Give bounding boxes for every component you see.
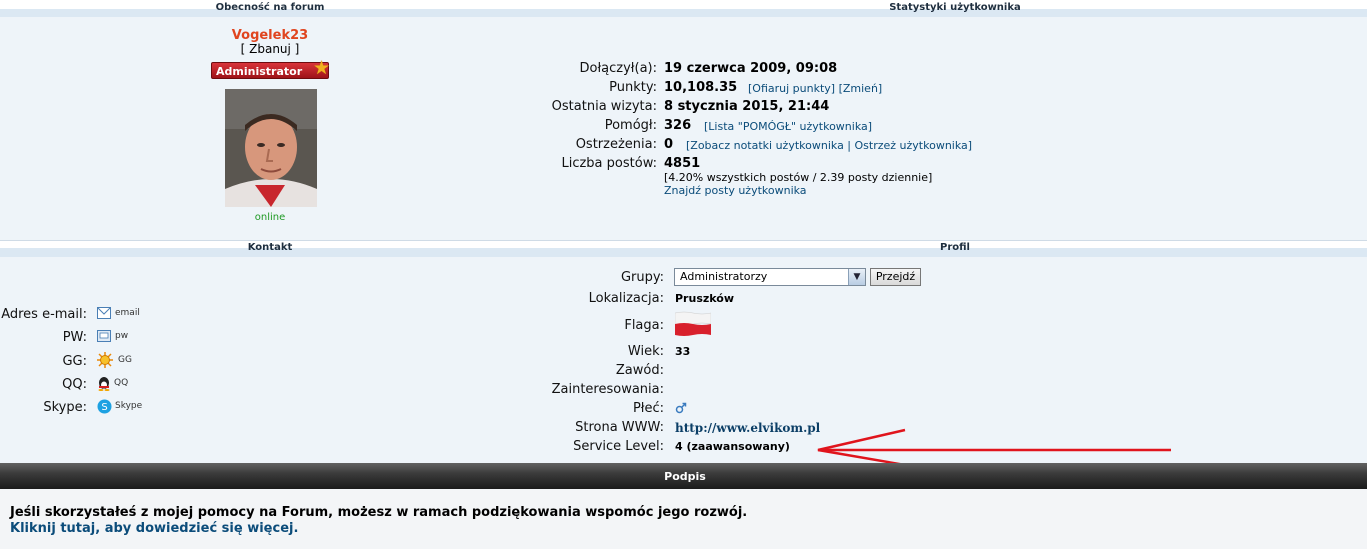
points-label: Punkty: [609, 80, 657, 95]
joined-value: 19 czerwca 2009, 09:08 [664, 61, 838, 76]
last-visit-label: Ostatnia wizyta: [551, 99, 657, 114]
go-button[interactable]: Przejdź [870, 268, 921, 286]
find-posts-link[interactable]: Znajdź posty użytkownika [664, 184, 807, 197]
qq-penguin-icon[interactable] [97, 376, 111, 391]
gender-label: Płeć: [632, 401, 664, 416]
signature-section-title: Podpis [664, 470, 706, 483]
service-level-value: 4 (zaawansowany) [675, 440, 790, 453]
svg-text:S: S [101, 402, 107, 413]
age-label: Wiek: [627, 344, 664, 359]
www-link[interactable]: http://www.elvikom.pl [675, 421, 820, 435]
email-icon[interactable] [97, 307, 111, 319]
ban-link[interactable]: [ Zbanuj ] [200, 42, 340, 56]
interests-label: Zainteresowania: [551, 382, 664, 397]
signature-text: Jeśli skorzystałeś z mojej pomocy na For… [10, 505, 748, 520]
posts-detail: [4.20% wszystkich postów / 2.39 posty dz… [664, 171, 933, 184]
username-link[interactable]: Vogelek23 [200, 28, 340, 43]
star-icon: ★ [312, 57, 330, 79]
skype-link[interactable]: Skype [115, 401, 142, 411]
gg-sun-icon[interactable] [97, 352, 113, 368]
last-visit-value: 8 stycznia 2015, 21:44 [664, 99, 830, 114]
www-label: Strona WWW: [575, 420, 664, 435]
online-status: online [254, 212, 286, 223]
warnings-label: Ostrzeżenia: [575, 137, 657, 152]
flag-label: Flaga: [624, 318, 664, 333]
qq-label: QQ: [62, 377, 87, 392]
points-value: 10,108.35 [664, 80, 738, 95]
age-value: 33 [675, 345, 691, 358]
joined-label: Dołączył(a): [579, 61, 657, 76]
avatar [225, 89, 317, 207]
location-value: Pruszków [675, 292, 735, 305]
groups-selected-value: Administratorzy [680, 270, 768, 283]
pw-link[interactable]: pw [115, 331, 128, 341]
signature-more-link[interactable]: Kliknij tutaj, aby dowiedzieć się więcej… [10, 521, 298, 536]
poland-flag-icon [674, 311, 712, 337]
groups-select[interactable]: Administratorzy ▼ [674, 268, 866, 286]
gg-link[interactable]: GG [118, 355, 132, 365]
contact-section-title: Kontakt [247, 242, 293, 253]
helped-list-link[interactable]: [Lista "POMÓGŁ" użytkownika] [704, 120, 872, 133]
posts-label: Liczba postów: [561, 156, 657, 171]
rank-label: Administrator [216, 65, 303, 78]
stats-section-title: Statystyki użytkownika [889, 2, 1021, 13]
rank-badge: Administrator ★ [211, 57, 330, 79]
warnings-value: 0 [664, 137, 674, 152]
pw-label: PW: [62, 330, 87, 345]
location-label: Lokalizacja: [588, 291, 664, 306]
warnings-links[interactable]: [Zobacz notatki użytkownika | Ostrzeż uż… [686, 139, 972, 152]
chevron-down-icon[interactable]: ▼ [848, 269, 865, 285]
profile-section-title: Profil [940, 242, 970, 253]
groups-label: Grupy: [620, 270, 664, 285]
qq-link[interactable]: QQ [114, 378, 128, 388]
presence-section-title: Obecność na forum [215, 2, 325, 13]
male-gender-icon [675, 402, 687, 414]
job-label: Zawód: [615, 363, 664, 378]
skype-label: Skype: [43, 400, 87, 415]
message-icon[interactable] [97, 330, 111, 342]
helped-value: 326 [664, 118, 692, 133]
email-link[interactable]: email [115, 308, 140, 318]
gg-label: GG: [62, 354, 87, 369]
skype-icon[interactable]: S [97, 399, 112, 414]
posts-value: 4851 [664, 156, 701, 171]
points-links[interactable]: [Ofiaruj punkty] [Zmień] [748, 82, 882, 95]
email-label: Adres e-mail: [1, 307, 87, 322]
helped-label: Pomógł: [604, 118, 657, 133]
service-level-label: Service Level: [573, 439, 664, 454]
